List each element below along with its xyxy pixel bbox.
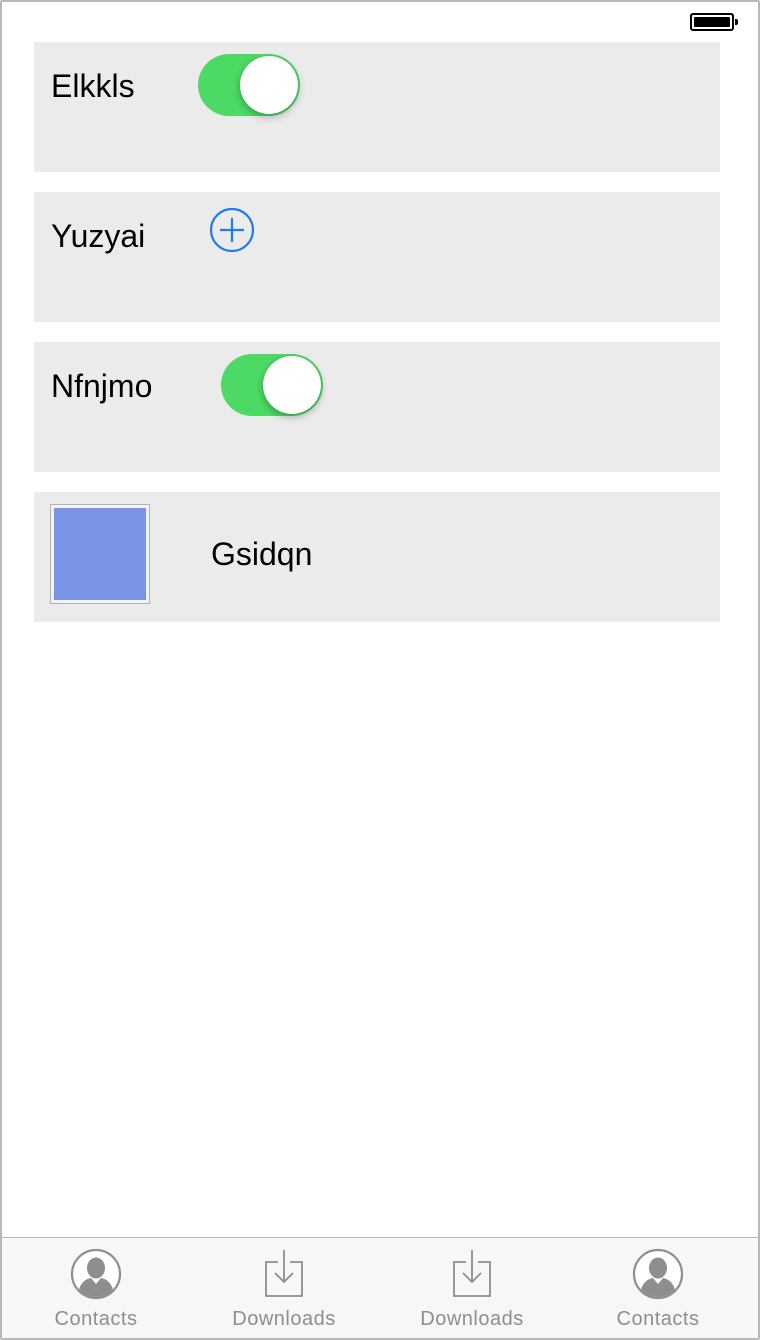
- phone-screen: Elkkls Yuzyai Nfnjmo Gsidqn Contacts Dow…: [0, 0, 760, 1340]
- tab-bar: Contacts Downloads Downloads Contacts: [2, 1237, 758, 1338]
- tab-label: Downloads: [232, 1308, 336, 1330]
- nfnjmo-toggle[interactable]: [221, 354, 323, 416]
- list-row-yuzyai: Yuzyai: [34, 192, 720, 322]
- list-row-elkkls: Elkkls: [34, 42, 720, 172]
- toggle-knob: [263, 356, 321, 414]
- elkkls-toggle[interactable]: [198, 54, 300, 116]
- battery-full-icon: [690, 13, 734, 31]
- tab-contacts[interactable]: Contacts: [2, 1238, 190, 1338]
- tab-label: Downloads: [420, 1308, 524, 1330]
- tab-label: Contacts: [616, 1308, 700, 1330]
- contact-icon: [632, 1248, 684, 1300]
- contact-icon: [70, 1248, 122, 1300]
- image-color-fill: [54, 508, 146, 600]
- download-icon: [265, 1250, 303, 1297]
- list-row-nfnjmo: Nfnjmo: [34, 342, 720, 472]
- tab-downloads[interactable]: Downloads: [378, 1238, 566, 1338]
- tab-downloads[interactable]: Downloads: [190, 1238, 378, 1338]
- tab-label: Contacts: [54, 1308, 138, 1330]
- row-label: Nfnjmo: [51, 368, 153, 404]
- row-label: Elkkls: [51, 68, 135, 104]
- row-label: Yuzyai: [51, 218, 146, 254]
- plus-circle-icon[interactable]: [208, 206, 256, 254]
- download-icon: [453, 1250, 491, 1297]
- row-label: Gsidqn: [211, 536, 313, 572]
- toggle-knob: [240, 56, 298, 114]
- battery-tip: [735, 19, 738, 25]
- tab-contacts[interactable]: Contacts: [564, 1238, 752, 1338]
- list-row-gsidqn[interactable]: Gsidqn: [34, 492, 720, 622]
- status-bar: [2, 2, 758, 42]
- thumbnail-image: [50, 504, 150, 604]
